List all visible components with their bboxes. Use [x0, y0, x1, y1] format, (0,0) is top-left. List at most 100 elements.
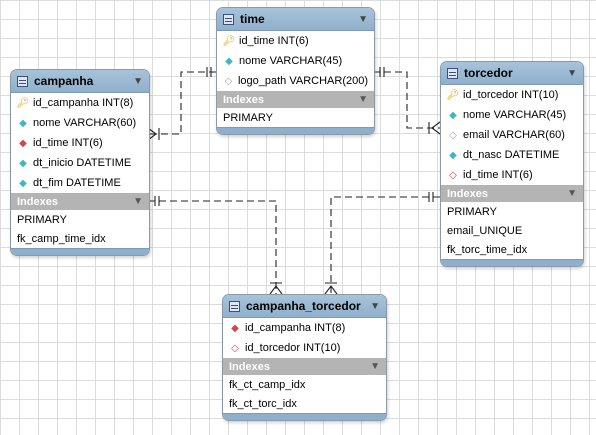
column-row[interactable]: 🔑︎ id_campanha INT(8) [11, 93, 149, 113]
index-row[interactable]: fk_ct_torc_idx [223, 394, 386, 413]
relationship-campanha-ct-line [148, 200, 277, 294]
table-icon [447, 67, 458, 79]
column-row[interactable]: ◆ nome VARCHAR(45) [217, 51, 374, 71]
not-null-column-icon: ◆ [449, 109, 457, 121]
column-row[interactable]: ◇ email VARCHAR(60) [441, 125, 583, 145]
nullable-foreign-key-icon: ◇ [231, 342, 239, 354]
index-row[interactable]: email_UNIQUE [441, 221, 583, 240]
table-campanha-torcedor[interactable]: campanha_torcedor ▼ ◆ id_campanha INT(8)… [222, 294, 387, 421]
nullable-column-icon: ◇ [224, 75, 233, 87]
index-label: fk_ct_camp_idx [229, 378, 306, 391]
column-label: id_campanha INT(8) [33, 97, 134, 109]
relationship-torcedor-ct-line [330, 196, 440, 294]
index-row[interactable]: PRIMARY [11, 210, 149, 229]
many-mark-torcedor [428, 121, 441, 135]
not-null-column-icon: ◆ [225, 55, 233, 67]
table-header[interactable]: campanha ▼ [11, 70, 149, 93]
column-label: id_torcedor INT(10) [463, 89, 559, 101]
column-row[interactable]: ◇ id_time INT(6) [441, 165, 583, 185]
index-label: PRIMARY [17, 213, 67, 226]
collapse-arrow-icon[interactable]: ▼ [567, 68, 577, 79]
column-label: dt_fim DATETIME [33, 177, 121, 189]
index-label: email_UNIQUE [447, 224, 523, 237]
indexes-label: Indexes [447, 187, 488, 200]
column-row[interactable]: ◆ nome VARCHAR(60) [11, 113, 149, 133]
not-null-column-icon: ◆ [449, 149, 457, 161]
collapse-arrow-icon[interactable]: ▼ [133, 196, 143, 207]
table-footer [217, 127, 374, 134]
one-mark-time-right [379, 67, 385, 77]
nullable-foreign-key-icon: ◇ [449, 169, 457, 181]
collapse-arrow-icon[interactable]: ▼ [358, 94, 368, 105]
column-label: id_torcedor INT(10) [245, 342, 341, 354]
column-row[interactable]: ◆ dt_inicio DATETIME [11, 153, 149, 173]
index-label: fk_camp_time_idx [17, 232, 106, 245]
index-row[interactable]: fk_ct_camp_idx [223, 375, 386, 394]
table-header[interactable]: campanha_torcedor ▼ [223, 295, 386, 318]
collapse-arrow-icon[interactable]: ▼ [567, 188, 577, 199]
indexes-header[interactable]: Indexes ▼ [11, 193, 149, 210]
column-label: nome VARCHAR(45) [463, 109, 567, 121]
table-title: time [240, 12, 265, 26]
table-icon [223, 13, 234, 25]
one-mark-torcedor [428, 192, 434, 202]
table-campanha[interactable]: campanha ▼ 🔑︎ id_campanha INT(8) ◆ nome … [10, 69, 150, 256]
index-row[interactable]: PRIMARY [441, 202, 583, 221]
column-row[interactable]: ◆ dt_nasc DATETIME [441, 145, 583, 165]
index-label: fk_ct_torc_idx [229, 397, 297, 410]
table-header[interactable]: time ▼ [217, 8, 374, 31]
index-label: PRIMARY [223, 111, 273, 124]
many-mark-ct-right [324, 282, 338, 295]
collapse-arrow-icon[interactable]: ▼ [370, 301, 380, 312]
table-title: campanha_torcedor [246, 299, 361, 313]
indexes-header[interactable]: Indexes ▼ [223, 358, 386, 375]
not-null-column-icon: ◆ [19, 157, 27, 169]
table-icon [229, 300, 240, 312]
relationship-time-campanha-line [148, 71, 216, 135]
collapse-arrow-icon[interactable]: ▼ [133, 76, 143, 87]
column-row[interactable]: ◆ id_campanha INT(8) [223, 318, 386, 338]
collapse-arrow-icon[interactable]: ▼ [370, 361, 380, 372]
table-time[interactable]: time ▼ 🔑︎ id_time INT(6) ◆ nome VARCHAR(… [216, 7, 375, 135]
column-row[interactable]: 🔑︎ id_torcedor INT(10) [441, 85, 583, 105]
column-label: dt_nasc DATETIME [463, 149, 560, 161]
column-row[interactable]: 🔑︎ id_time INT(6) [217, 31, 374, 51]
index-row[interactable]: fk_camp_time_idx [11, 229, 149, 248]
primary-key-icon: 🔑︎ [222, 35, 236, 47]
column-label: id_time INT(6) [463, 169, 533, 181]
collapse-arrow-icon[interactable]: ▼ [358, 14, 368, 25]
table-footer [441, 259, 583, 266]
table-icon [17, 75, 28, 87]
not-null-column-icon: ◆ [19, 117, 27, 129]
column-label: id_campanha INT(8) [245, 322, 346, 334]
column-label: id_time INT(6) [33, 137, 103, 149]
one-mark-campanha [154, 196, 160, 206]
column-row[interactable]: ◆ nome VARCHAR(45) [441, 105, 583, 125]
indexes-header[interactable]: Indexes ▼ [441, 185, 583, 202]
index-row[interactable]: PRIMARY [217, 108, 374, 127]
column-row[interactable]: ◇ logo_path VARCHAR(200) [217, 71, 374, 91]
table-torcedor[interactable]: torcedor ▼ 🔑︎ id_torcedor INT(10) ◆ nome… [440, 61, 584, 267]
index-label: fk_torc_time_idx [447, 243, 528, 256]
not-null-column-icon: ◆ [19, 177, 27, 189]
column-label: nome VARCHAR(60) [33, 117, 137, 129]
column-row[interactable]: ◆ dt_fim DATETIME [11, 173, 149, 193]
column-label: logo_path VARCHAR(200) [237, 75, 368, 87]
nullable-column-icon: ◇ [449, 129, 457, 141]
relationship-time-torcedor-line [373, 71, 440, 129]
column-row[interactable]: ◇ id_torcedor INT(10) [223, 338, 386, 358]
foreign-key-icon: ◆ [19, 137, 27, 149]
primary-key-icon: 🔑︎ [16, 97, 30, 109]
primary-key-icon: 🔑︎ [446, 89, 460, 101]
table-header[interactable]: torcedor ▼ [441, 62, 583, 85]
index-label: PRIMARY [447, 205, 497, 218]
index-row[interactable]: fk_torc_time_idx [441, 240, 583, 259]
indexes-label: Indexes [229, 360, 270, 373]
column-label: nome VARCHAR(45) [239, 55, 343, 67]
indexes-label: Indexes [17, 195, 58, 208]
indexes-label: Indexes [223, 93, 264, 106]
indexes-header[interactable]: Indexes ▼ [217, 91, 374, 108]
table-title: campanha [34, 74, 94, 88]
column-row[interactable]: ◆ id_time INT(6) [11, 133, 149, 153]
column-label: id_time INT(6) [239, 35, 309, 47]
